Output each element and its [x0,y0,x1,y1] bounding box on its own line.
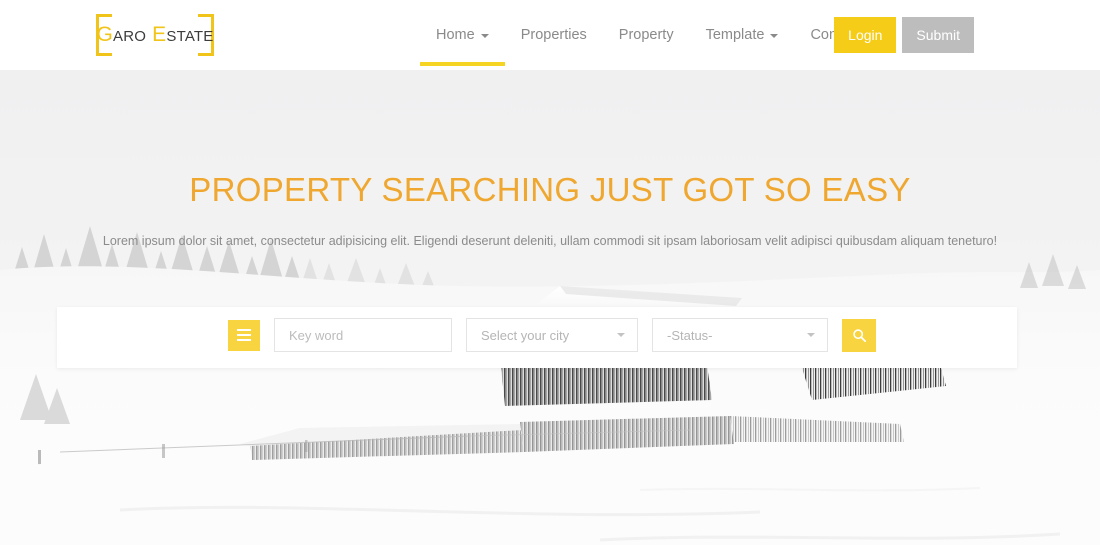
nav-item-properties-label: Properties [520,27,587,43]
nav-item-home-label: Home [436,27,475,43]
page-root: GARO ESTATE Home Properties Property Temp… [0,0,1100,545]
status-select[interactable]: -Status- [652,318,828,352]
hero-subtitle: Lorem ipsum dolor sit amet, consectetur … [102,233,998,248]
status-select-label: -Status- [667,327,713,343]
logo-letter-e: E [152,23,167,46]
site-logo[interactable]: GARO ESTATE [96,14,214,56]
nav-item-properties[interactable]: Properties [505,0,603,70]
submit-button[interactable]: Submit [902,17,974,53]
site-header: GARO ESTATE Home Properties Property Temp… [0,0,1100,70]
search-form: Select your city -Status- [228,318,876,352]
magnifier-icon [852,328,866,342]
logo-aro: ARO [113,28,147,45]
hero-section: PROPERTY SEARCHING JUST GOT SO EASY Lore… [0,70,1100,545]
nav-item-template[interactable]: Template [690,0,795,70]
hamburger-icon[interactable] [228,319,260,351]
hero-title: PROPERTY SEARCHING JUST GOT SO EASY [189,171,911,208]
search-button[interactable] [842,318,876,352]
logo-text: GARO ESTATE [96,23,214,47]
logo-state: STATE [166,28,214,45]
keyword-field[interactable] [274,318,452,352]
search-input[interactable] [289,327,437,343]
login-button[interactable]: Login [834,17,897,53]
logo-letter-g: G [96,23,114,46]
property-search-panel: Select your city -Status- [57,307,1017,368]
hero-text-block: PROPERTY SEARCHING JUST GOT SO EASY Lore… [0,170,1100,250]
main-navigation: Home Properties Property Template Contac… [420,0,876,70]
chevron-down-icon [617,333,625,337]
nav-item-template-label: Template [705,27,765,43]
chevron-down-icon [770,34,779,38]
nav-item-property-label: Property [618,27,674,43]
header-actions: Login Submit [834,17,974,53]
nav-item-property[interactable]: Property [603,0,690,70]
chevron-down-icon [480,34,489,38]
nav-item-home[interactable]: Home [420,0,505,70]
chevron-down-icon [807,333,815,337]
city-select[interactable]: Select your city [466,318,638,352]
city-select-label: Select your city [481,327,570,343]
